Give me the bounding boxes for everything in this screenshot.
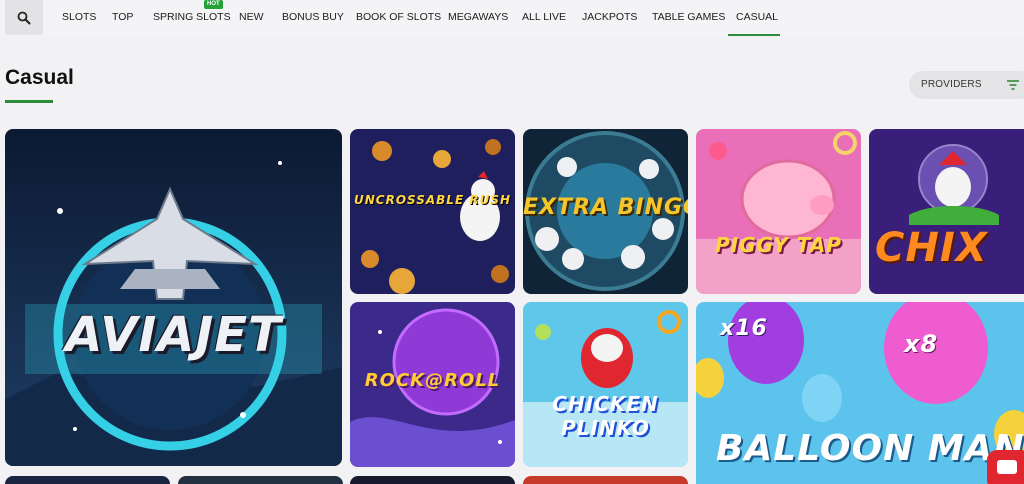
balloon-label-x8: x8 <box>904 330 939 358</box>
nav-tab-all-live[interactable]: ALL LIVE <box>522 0 566 36</box>
nav-tab-top[interactable]: TOP <box>112 0 133 36</box>
top-navigation: SLOTS TOP SPRING SLOTS HOT NEW BONUS BUY… <box>0 0 1024 36</box>
search-button[interactable] <box>5 0 43 35</box>
nav-tab-bonus-buy[interactable]: BONUS BUY <box>282 0 344 36</box>
providers-label: PROVIDERS <box>921 79 982 90</box>
game-tile-piggy-tap[interactable]: PIGGY TAP <box>696 129 861 294</box>
chat-button[interactable] <box>987 450 1024 484</box>
game-title-balloon-mania: BALLOON MANIA <box>716 428 1024 469</box>
game-title-extra-bingo: EXTRA BINGO <box>523 195 688 220</box>
hot-badge: HOT <box>204 0 223 9</box>
nav-tab-megaways[interactable]: MEGAWAYS <box>448 0 508 36</box>
search-icon <box>17 11 31 24</box>
title-underline <box>5 100 53 103</box>
nav-tab-jackpots[interactable]: JACKPOTS <box>582 0 637 36</box>
nav-tab-slots[interactable]: SLOTS <box>62 0 96 36</box>
game-tile-uncrossable-rush[interactable]: UNCROSSABLE RUSH <box>350 129 515 294</box>
nav-tab-casual[interactable]: CASUAL <box>728 0 780 36</box>
game-tile-rock-and-roll[interactable]: ROCK@ROLL <box>350 302 515 467</box>
game-title-uncrossable-rush: UNCROSSABLE RUSH <box>353 193 512 207</box>
page-title: Casual <box>5 66 74 89</box>
chat-icon <box>997 460 1017 474</box>
game-title-piggy-tap: PIGGY TAP <box>715 233 842 257</box>
game-tile-extra-bingo[interactable]: EXTRA BINGO <box>523 129 688 294</box>
nav-tab-table-games[interactable]: TABLE GAMES <box>652 0 725 36</box>
uncrossable-rush-artwork <box>350 129 515 294</box>
game-tile-row3-4[interactable] <box>523 476 688 484</box>
game-tile-row3-3[interactable] <box>350 476 515 484</box>
game-tile-aviajet[interactable]: AVIAJET <box>5 129 342 466</box>
nav-tab-new[interactable]: NEW <box>239 0 264 36</box>
balloon-label-x16: x16 <box>720 316 768 341</box>
game-title-chicken-plinko: CHICKEN PLINKO <box>552 392 659 440</box>
game-tile-chix[interactable]: CHIX <box>869 129 1024 294</box>
game-title-aviajet: AVIAJET <box>65 307 282 363</box>
game-title-chix: CHIX <box>875 225 988 271</box>
game-tile-balloon-mania[interactable]: x16 x8 BALLOON MANIA <box>696 302 1024 484</box>
nav-tab-book-of-slots[interactable]: BOOK OF SLOTS <box>356 0 441 36</box>
aviajet-artwork <box>5 129 342 466</box>
game-title-rock-and-roll: ROCK@ROLL <box>364 370 501 391</box>
game-tile-row3-1[interactable] <box>5 476 170 484</box>
providers-filter-button[interactable]: PROVIDERS <box>909 71 1024 99</box>
filter-icon <box>1007 80 1019 90</box>
chicken-plinko-artwork <box>523 302 688 467</box>
game-tile-chicken-plinko[interactable]: CHICKEN PLINKO <box>523 302 688 467</box>
piggy-tap-artwork <box>696 129 861 294</box>
game-tile-row3-2[interactable] <box>178 476 343 484</box>
